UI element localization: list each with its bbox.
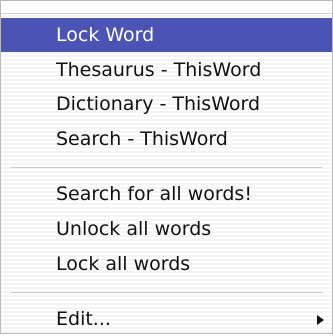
menu-separator <box>11 167 322 168</box>
context-menu: Lock Word Thesaurus - ThisWord Dictionar… <box>0 0 333 334</box>
menu-item-search-all-words[interactable]: Search for all words! <box>1 177 332 211</box>
menu-item-label: Lock all words <box>56 253 191 275</box>
menu-item-label: Search - ThisWord <box>56 128 228 150</box>
menu-item-search-word[interactable]: Search - ThisWord <box>1 122 332 156</box>
menu-item-lock-word[interactable]: Lock Word <box>1 18 332 52</box>
menu-item-label: Unlock all words <box>56 218 212 240</box>
menu-item-label: Dictionary - ThisWord <box>56 93 261 115</box>
menu-item-dictionary[interactable]: Dictionary - ThisWord <box>1 87 332 121</box>
menu-item-lock-all-words[interactable]: Lock all words <box>1 247 332 281</box>
menu-item-label: Search for all words! <box>56 183 252 205</box>
menu-item-label: Edit... <box>56 308 111 330</box>
menu-item-edit[interactable]: Edit... <box>1 302 332 336</box>
menu-separator <box>11 292 322 293</box>
menu-item-thesaurus[interactable]: Thesaurus - ThisWord <box>1 53 332 87</box>
chevron-right-icon <box>317 315 324 325</box>
menu-item-label: Thesaurus - ThisWord <box>56 59 262 81</box>
menu-top-edge <box>1 1 332 14</box>
menu-item-label: Lock Word <box>56 24 155 46</box>
menu-item-unlock-all-words[interactable]: Unlock all words <box>1 212 332 246</box>
